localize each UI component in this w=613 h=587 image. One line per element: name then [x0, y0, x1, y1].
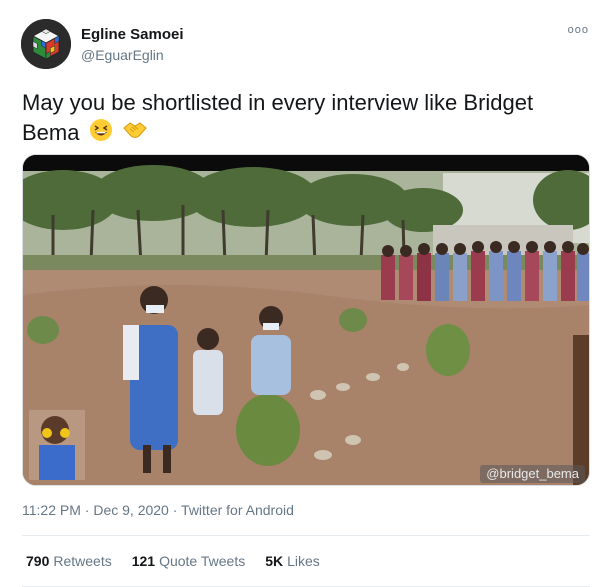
divider — [22, 535, 590, 536]
avatar[interactable] — [21, 19, 71, 69]
meta-separator: · — [172, 502, 178, 518]
author-name[interactable]: Egline Samoei — [81, 26, 184, 43]
tweet-text: May you be shortlisted in every intervie… — [22, 88, 592, 150]
retweets-count: 790 — [26, 553, 50, 569]
quote-tweets-label: Quote Tweets — [159, 553, 246, 569]
tweet-stats: 790 Retweets 121 Quote Tweets 5K Likes — [26, 553, 320, 569]
quote-tweets-count: 121 — [131, 553, 156, 569]
likes-label: Likes — [287, 553, 320, 569]
rubiks-cube-icon — [21, 19, 71, 69]
meta-separator: · — [84, 502, 90, 518]
handshake-icon — [122, 118, 148, 150]
more-options-icon[interactable]: ooo — [568, 24, 589, 36]
tweet-time[interactable]: 11:22 PM — [22, 502, 81, 518]
tweet-meta: 11:22 PM · Dec 9, 2020 · Twitter for And… — [22, 502, 294, 518]
video-watermark: @bridget_bema — [480, 465, 585, 483]
tweet-date[interactable]: Dec 9, 2020 — [93, 502, 169, 518]
author-handle[interactable]: @EguarEglin — [81, 47, 164, 63]
grinning-squinting-face-icon — [89, 118, 113, 150]
tweet-source[interactable]: Twitter for Android — [181, 502, 294, 518]
likes-stat[interactable]: 5K Likes — [265, 553, 320, 569]
tweet-video[interactable]: @bridget_bema — [22, 154, 590, 486]
likes-count: 5K — [265, 553, 284, 569]
video-frame — [23, 155, 589, 485]
quote-tweets-stat[interactable]: 121 Quote Tweets — [132, 553, 246, 569]
retweets-label: Retweets — [53, 553, 112, 569]
retweets-stat[interactable]: 790 Retweets — [26, 553, 112, 569]
